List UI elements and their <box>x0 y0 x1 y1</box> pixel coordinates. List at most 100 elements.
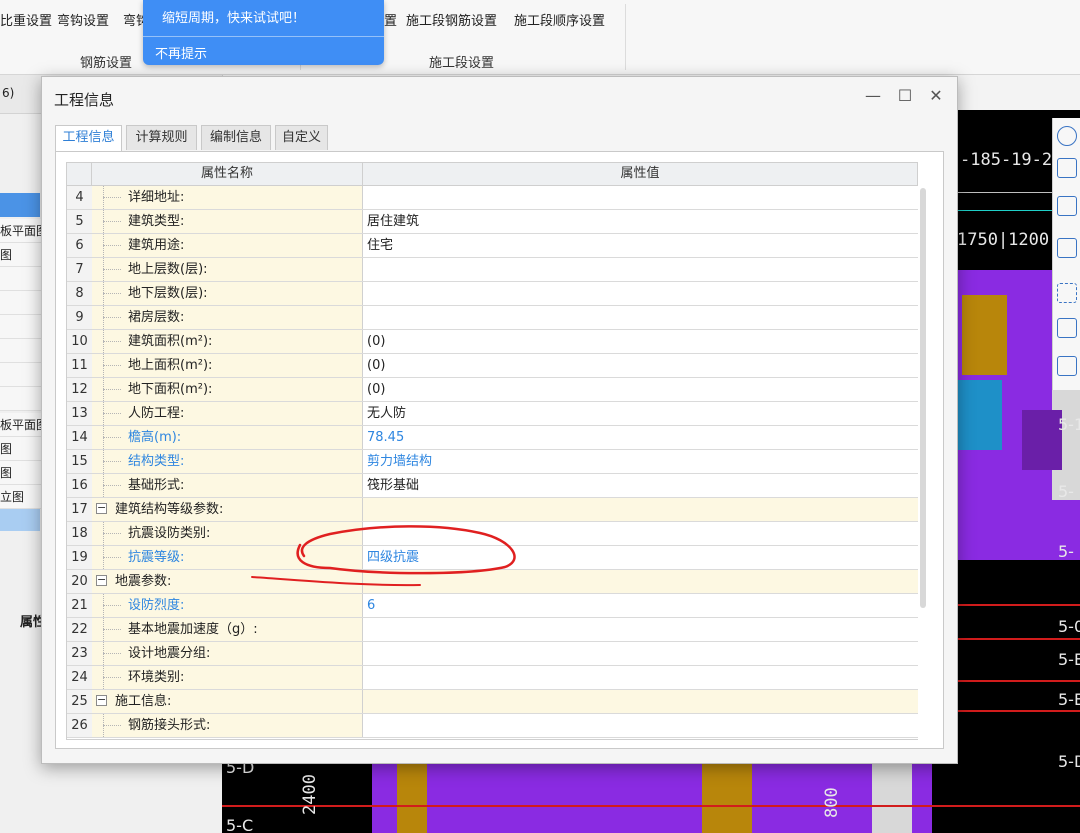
tree-line <box>103 450 127 473</box>
collapse-icon[interactable]: − <box>96 574 107 586</box>
table-row[interactable]: 8 地下层数(层): <box>67 282 918 306</box>
table-row[interactable]: 20− 地震参数: <box>67 570 918 594</box>
left-panel-header: 6) <box>2 86 15 100</box>
property-label: 檐高(m): <box>128 430 182 445</box>
table-row[interactable]: 6 建筑用途: 住宅 <box>67 234 918 258</box>
property-value-cell[interactable]: 筏形基础 <box>363 474 918 497</box>
property-name-cell: 钢筋接头形式: <box>92 714 363 737</box>
table-row[interactable]: 26 钢筋接头形式: <box>67 714 918 738</box>
property-value-cell[interactable]: (0) <box>363 330 918 353</box>
table-row[interactable]: 7 地上层数(层): <box>67 258 918 282</box>
left-panel-item[interactable]: 图 <box>0 464 12 481</box>
property-value-cell[interactable] <box>363 186 918 209</box>
property-value-cell[interactable] <box>363 258 918 281</box>
left-panel-item[interactable]: 图 <box>0 246 12 263</box>
tree-line <box>103 666 127 689</box>
report-view-icon[interactable] <box>1057 356 1077 376</box>
table-row[interactable]: 19 抗震等级: 四级抗震 <box>67 546 918 570</box>
property-value-cell[interactable] <box>363 714 918 737</box>
table-row[interactable]: 25− 施工信息: <box>67 690 918 714</box>
property-name-cell: 地上面积(m²): <box>92 354 363 377</box>
table-row[interactable]: 14 檐高(m): 78.45 <box>67 426 918 450</box>
property-value-cell[interactable]: 78.45 <box>363 426 918 449</box>
cad-dimension-bottom: 800 <box>822 787 842 818</box>
table-row[interactable]: 11 地上面积(m²): (0) <box>67 354 918 378</box>
toast-dismiss-link[interactable]: 不再提示 <box>155 43 207 62</box>
table-row[interactable]: 21 设防烈度: 6 <box>67 594 918 618</box>
table-row[interactable]: 9 裙房层数: <box>67 306 918 330</box>
property-value-cell[interactable]: 住宅 <box>363 234 918 257</box>
tab-calc-rules[interactable]: 计算规则 <box>126 125 197 150</box>
row-number: 18 <box>67 522 93 545</box>
table-row[interactable]: 16 基础形式: 筏形基础 <box>67 474 918 498</box>
tip-toast: 缩短周期，快来试试吧！ 不再提示 <box>143 0 384 65</box>
layer-view-icon[interactable] <box>1057 318 1077 338</box>
property-value-cell[interactable]: (0) <box>363 378 918 401</box>
property-value-cell[interactable] <box>363 666 918 689</box>
minimize-button[interactable]: — <box>862 85 884 107</box>
property-value-cell[interactable] <box>363 690 918 713</box>
property-value-cell[interactable]: 居住建筑 <box>363 210 918 233</box>
table-row[interactable]: 18 抗震设防类别: <box>67 522 918 546</box>
property-value-cell[interactable]: 剪力墙结构 <box>363 450 918 473</box>
ribbon-item-weight-setting[interactable]: 比重设置 <box>0 10 52 29</box>
box-view-icon[interactable] <box>1057 196 1077 216</box>
property-name-cell: 基础形式: <box>92 474 363 497</box>
property-value-cell[interactable] <box>363 498 918 521</box>
close-button[interactable]: ✕ <box>925 85 947 107</box>
select-region-icon[interactable] <box>1057 283 1077 303</box>
tab-custom[interactable]: 自定义 <box>275 125 328 150</box>
property-value-cell[interactable] <box>363 618 918 641</box>
table-row[interactable]: 5 建筑类型: 居住建筑 <box>67 210 918 234</box>
table-row[interactable]: 23 设计地震分组: <box>67 642 918 666</box>
table-row[interactable]: 4 详细地址: <box>67 186 918 210</box>
tab-project-info[interactable]: 工程信息 <box>55 125 122 152</box>
tree-line <box>103 714 127 737</box>
table-row[interactable]: 15 结构类型: 剪力墙结构 <box>67 450 918 474</box>
ribbon-item-section-rebar-setting[interactable]: 施工段钢筋设置 <box>406 10 497 29</box>
table-row[interactable]: 10 建筑面积(m²): (0) <box>67 330 918 354</box>
table-row[interactable]: 12 地下面积(m²): (0) <box>67 378 918 402</box>
property-label: 环境类别: <box>128 670 185 685</box>
left-panel-item[interactable]: 立图 <box>0 488 24 505</box>
left-panel-item[interactable]: 图 <box>0 440 12 457</box>
property-value-cell[interactable]: 四级抗震 <box>363 546 918 569</box>
property-value-cell[interactable] <box>363 282 918 305</box>
tab-compile-info[interactable]: 编制信息 <box>201 125 271 150</box>
property-value-cell[interactable]: (0) <box>363 354 918 377</box>
left-panel-selected-row[interactable] <box>0 193 40 217</box>
cad-axis-label: 5-C <box>226 816 254 833</box>
tree-line <box>103 474 127 497</box>
property-label: 详细地址: <box>128 190 185 205</box>
sphere-view-icon[interactable] <box>1057 126 1077 146</box>
maximize-button[interactable]: ☐ <box>894 85 916 107</box>
property-value-cell[interactable] <box>363 522 918 545</box>
grid-scrollbar[interactable] <box>919 184 928 740</box>
property-value-cell[interactable]: 6 <box>363 594 918 617</box>
ribbon-item-section-order-setting[interactable]: 施工段顺序设置 <box>514 10 605 29</box>
table-row[interactable]: 22 基本地震加速度（g）: <box>67 618 918 642</box>
property-value-cell[interactable] <box>363 642 918 665</box>
collapse-icon[interactable]: − <box>96 502 107 514</box>
property-value-cell[interactable] <box>363 570 918 593</box>
property-label: 结构类型: <box>128 454 185 469</box>
table-row[interactable]: 17− 建筑结构等级参数: <box>67 498 918 522</box>
table-row[interactable]: 13 人防工程: 无人防 <box>67 402 918 426</box>
ribbon-item-hook-setting[interactable]: 弯钩设置 <box>57 10 109 29</box>
property-label: 设防烈度: <box>128 598 185 613</box>
cube-view-icon[interactable] <box>1057 238 1077 258</box>
tree-line <box>103 234 127 257</box>
ribbon-item-partial[interactable]: 置 <box>384 10 397 29</box>
3d-view-icon[interactable] <box>1057 158 1077 178</box>
property-label: 建筑面积(m²): <box>128 334 213 349</box>
left-panel-highlight-row[interactable] <box>0 509 40 531</box>
tree-line <box>103 426 127 449</box>
tree-line <box>103 306 127 329</box>
property-value-cell[interactable] <box>363 306 918 329</box>
property-value-cell[interactable]: 无人防 <box>363 402 918 425</box>
cad-axis-label: 5-D <box>1058 752 1080 771</box>
collapse-icon[interactable]: − <box>96 694 107 706</box>
tree-line <box>103 402 127 425</box>
scrollbar-thumb[interactable] <box>920 188 926 608</box>
table-row[interactable]: 24 环境类别: <box>67 666 918 690</box>
